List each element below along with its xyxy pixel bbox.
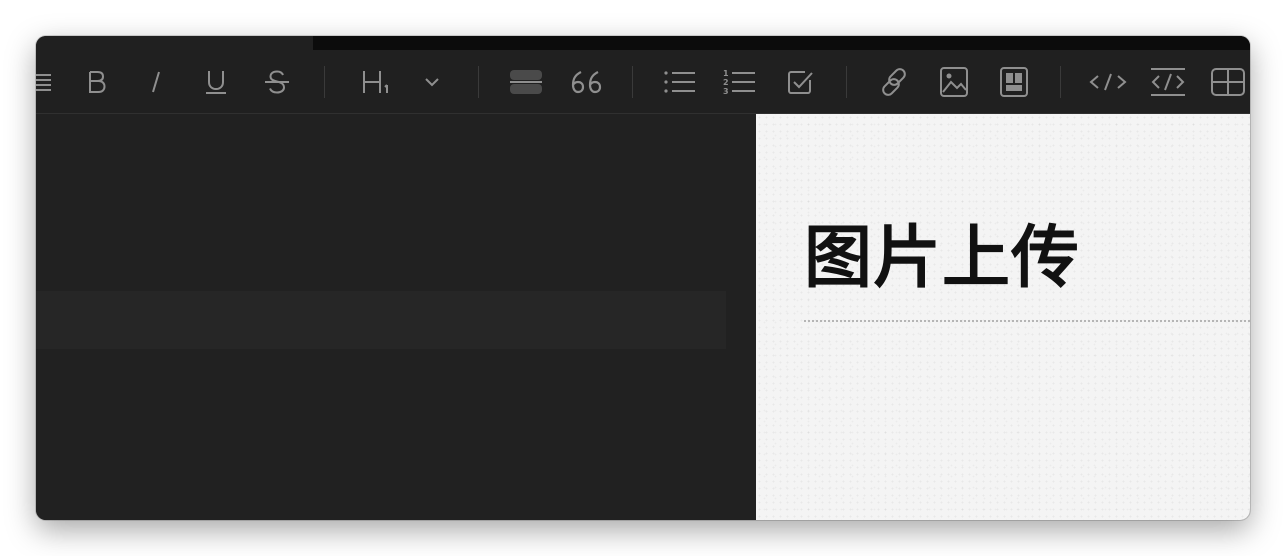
underline-button[interactable] [196,62,236,102]
code-block-icon [1151,68,1185,96]
svg-text:3: 3 [723,87,729,96]
task-list-icon [788,71,813,94]
image-icon [940,67,968,97]
table-button[interactable] [1208,62,1248,102]
heading-icon [363,71,388,93]
toolbar-separator [324,66,325,98]
insert-image-button[interactable] [934,62,974,102]
toolbar-separator [1060,66,1061,98]
strikethrough-icon [265,70,289,94]
editor-window: 1 2 3 图片上传 [36,36,1250,520]
bold-icon [89,71,106,93]
strikethrough-button[interactable] [257,62,297,102]
task-list-button[interactable] [780,62,820,102]
quote-icon [571,71,602,94]
inline-code-icon [1089,73,1127,91]
layout-button[interactable] [994,62,1034,102]
title-strip [36,36,1250,50]
toolbar-separator [632,66,633,98]
preview-heading: 图片上传 [804,219,1081,298]
svg-text:2: 2 [723,78,729,87]
bold-button[interactable] [76,62,116,102]
markdown-editor[interactable] [36,114,756,520]
link-icon [882,68,906,96]
numbered-list-button[interactable]: 1 2 3 [720,62,760,102]
italic-button[interactable] [136,62,176,102]
active-line-highlight [36,291,726,349]
menu-button[interactable] [36,62,62,102]
toolbar-separator [846,66,847,98]
preview-pane: 图片上传 [756,114,1250,520]
toolbar-separator [478,66,479,98]
inline-code-button[interactable] [1088,62,1128,102]
quote-button[interactable] [566,62,606,102]
numbered-list-icon: 1 2 3 [723,69,755,96]
horizontal-rule-icon [510,70,542,94]
heading-button[interactable] [358,62,398,102]
table-icon [1211,68,1245,96]
layout-icon [1000,67,1028,97]
code-block-button[interactable] [1148,62,1188,102]
chevron-down-icon [425,78,439,87]
heading-underline [804,320,1250,322]
link-button[interactable] [874,62,914,102]
underline-icon [206,71,226,94]
italic-icon [152,71,160,93]
menu-icon [36,74,51,91]
title-strip-dark [313,36,1250,50]
formatting-toolbar: 1 2 3 [36,50,1250,114]
svg-text:1: 1 [723,69,729,78]
horizontal-rule-button[interactable] [506,62,546,102]
bulleted-list-icon [664,71,695,93]
heading-dropdown[interactable] [412,62,452,102]
bulleted-list-button[interactable] [660,62,700,102]
